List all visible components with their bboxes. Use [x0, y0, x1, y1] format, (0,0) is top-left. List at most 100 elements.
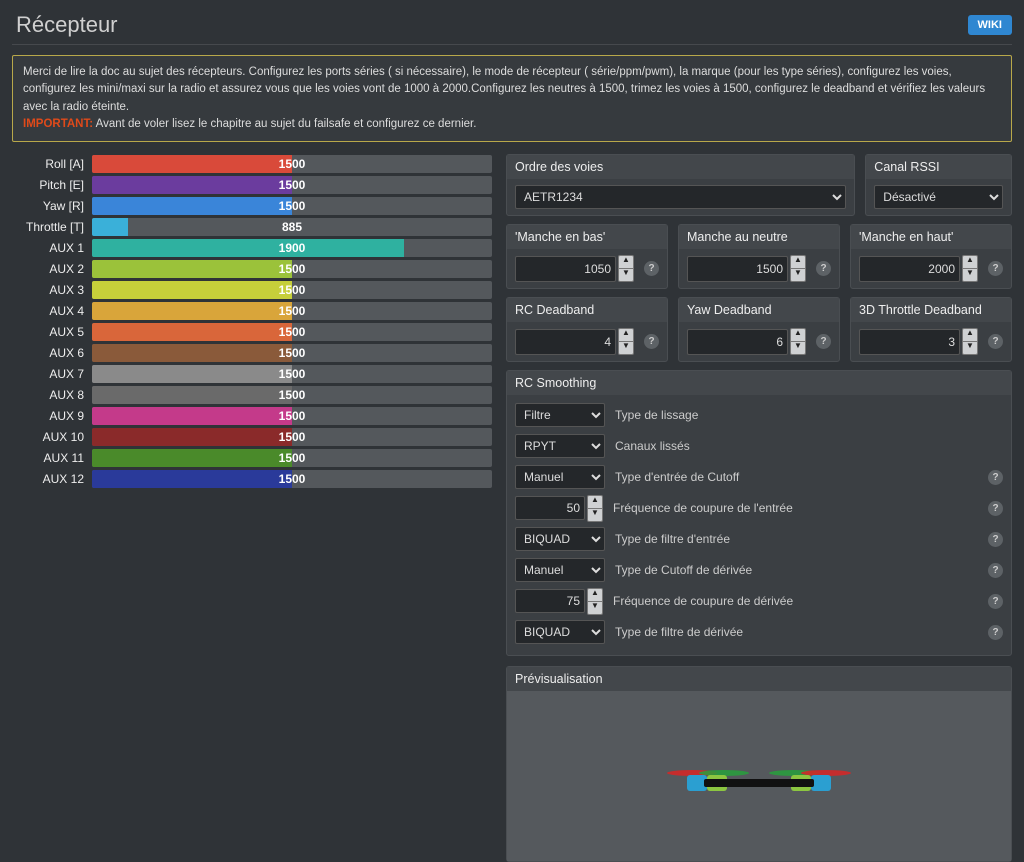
- spinner-up-icon[interactable]: ▲: [790, 255, 806, 269]
- smoothing-row: ManuelType d'entrée de Cutoff?: [515, 463, 1003, 491]
- warning-box: Merci de lire la doc au sujet des récept…: [12, 55, 1012, 142]
- spinner-down-icon[interactable]: ▼: [790, 269, 806, 282]
- thr-deadband-input[interactable]: [859, 329, 960, 355]
- preview-title: Prévisualisation: [507, 667, 1011, 691]
- spinner-down-icon[interactable]: ▼: [962, 342, 978, 355]
- help-icon[interactable]: ?: [988, 334, 1003, 349]
- stick-high-input[interactable]: [859, 256, 960, 282]
- spinner-up-icon[interactable]: ▲: [618, 255, 634, 269]
- yaw-deadband-title: Yaw Deadband: [679, 298, 839, 322]
- smoothing-row: BIQUAD Type de filtre de dérivée?: [515, 618, 1003, 646]
- help-icon[interactable]: ?: [644, 261, 659, 276]
- stick-high-title: 'Manche en haut': [851, 225, 1011, 249]
- help-icon[interactable]: ?: [988, 501, 1003, 516]
- channel-row: AUX 51500: [12, 322, 492, 341]
- channel-list: Roll [A]1500Pitch [E]1500Yaw [R]1500Thro…: [12, 154, 492, 490]
- spinner-up-icon[interactable]: ▲: [587, 495, 603, 509]
- channel-label: AUX 7: [12, 367, 92, 381]
- smoothing-row: BIQUAD Type de filtre d'entrée?: [515, 525, 1003, 553]
- spinner-down-icon[interactable]: ▼: [587, 602, 603, 615]
- smoothing-select[interactable]: BIQUAD: [515, 527, 605, 551]
- yaw-deadband-input[interactable]: [687, 329, 788, 355]
- channel-bar: 1500: [92, 449, 492, 467]
- channel-label: Pitch [E]: [12, 178, 92, 192]
- channel-row: AUX 111500: [12, 448, 492, 467]
- channel-label: AUX 3: [12, 283, 92, 297]
- help-icon[interactable]: ?: [816, 261, 831, 276]
- spinner-up-icon[interactable]: ▲: [962, 255, 978, 269]
- spinner-up-icon[interactable]: ▲: [790, 328, 806, 342]
- channel-bar: 1500: [92, 365, 492, 383]
- channel-label: AUX 1: [12, 241, 92, 255]
- spinner-up-icon[interactable]: ▲: [962, 328, 978, 342]
- spinner-down-icon[interactable]: ▼: [618, 269, 634, 282]
- stick-mid-input[interactable]: [687, 256, 788, 282]
- model-preview[interactable]: [507, 691, 1011, 861]
- help-icon[interactable]: ?: [988, 470, 1003, 485]
- divider: [12, 44, 1012, 45]
- smoothing-select[interactable]: Manuel: [515, 465, 605, 489]
- spinner-down-icon[interactable]: ▼: [587, 509, 603, 522]
- wiki-button[interactable]: WIKI: [968, 15, 1012, 35]
- spinner-up-icon[interactable]: ▲: [618, 328, 634, 342]
- spinner-up-icon[interactable]: ▲: [587, 588, 603, 602]
- smoothing-input[interactable]: [515, 496, 585, 520]
- channel-value: 1500: [92, 407, 492, 425]
- smoothing-input[interactable]: [515, 589, 585, 613]
- smoothing-label: Type de filtre d'entrée: [615, 532, 984, 546]
- help-icon[interactable]: ?: [816, 334, 831, 349]
- channel-row: AUX 61500: [12, 343, 492, 362]
- channel-bar: 885: [92, 218, 492, 236]
- spinner-down-icon[interactable]: ▼: [962, 269, 978, 282]
- help-icon[interactable]: ?: [988, 563, 1003, 578]
- channel-row: AUX 71500: [12, 364, 492, 383]
- warning-text-2: Avant de voler lisez le chapitre au suje…: [96, 118, 477, 130]
- rc-deadband-input[interactable]: [515, 329, 616, 355]
- channel-value: 1500: [92, 197, 492, 215]
- smoothing-select[interactable]: Filtre: [515, 403, 605, 427]
- stick-mid-title: Manche au neutre: [679, 225, 839, 249]
- rssi-select[interactable]: Désactivé: [874, 185, 1003, 209]
- channel-label: Yaw [R]: [12, 199, 92, 213]
- channel-bar: 1500: [92, 260, 492, 278]
- help-icon[interactable]: ?: [988, 532, 1003, 547]
- rc-deadband-title: RC Deadband: [507, 298, 667, 322]
- channel-label: Roll [A]: [12, 157, 92, 171]
- smoothing-select[interactable]: Manuel: [515, 558, 605, 582]
- smoothing-select[interactable]: BIQUAD: [515, 620, 605, 644]
- smoothing-label: Canaux lissés: [615, 439, 1003, 453]
- channel-bar: 1500: [92, 176, 492, 194]
- help-icon[interactable]: ?: [988, 261, 1003, 276]
- channel-label: AUX 11: [12, 451, 92, 465]
- help-icon[interactable]: ?: [644, 334, 659, 349]
- spinner-down-icon[interactable]: ▼: [618, 342, 634, 355]
- channel-value: 1900: [92, 239, 492, 257]
- stick-low-title: 'Manche en bas': [507, 225, 667, 249]
- channel-bar: 1500: [92, 386, 492, 404]
- channel-value: 1500: [92, 302, 492, 320]
- channel-bar: 1500: [92, 281, 492, 299]
- channel-value: 885: [92, 218, 492, 236]
- channel-label: AUX 2: [12, 262, 92, 276]
- smoothing-label: Fréquence de coupure de l'entrée: [613, 501, 984, 515]
- smoothing-label: Fréquence de coupure de dérivée: [613, 594, 984, 608]
- smoothing-label: Type de filtre de dérivée: [615, 625, 984, 639]
- channel-row: AUX 81500: [12, 385, 492, 404]
- channel-row: AUX 101500: [12, 427, 492, 446]
- channel-bar: 1500: [92, 470, 492, 488]
- channel-value: 1500: [92, 428, 492, 446]
- channel-row: Yaw [R]1500: [12, 196, 492, 215]
- stick-low-input[interactable]: [515, 256, 616, 282]
- channel-bar: 1500: [92, 302, 492, 320]
- channel-value: 1500: [92, 386, 492, 404]
- smoothing-select[interactable]: RPYT: [515, 434, 605, 458]
- channel-label: AUX 6: [12, 346, 92, 360]
- channel-row: AUX 91500: [12, 406, 492, 425]
- channel-order-select[interactable]: AETR1234: [515, 185, 846, 209]
- smoothing-row: FiltreType de lissage: [515, 401, 1003, 429]
- spinner-down-icon[interactable]: ▼: [790, 342, 806, 355]
- channel-label: AUX 5: [12, 325, 92, 339]
- help-icon[interactable]: ?: [988, 594, 1003, 609]
- channel-bar: 1500: [92, 323, 492, 341]
- help-icon[interactable]: ?: [988, 625, 1003, 640]
